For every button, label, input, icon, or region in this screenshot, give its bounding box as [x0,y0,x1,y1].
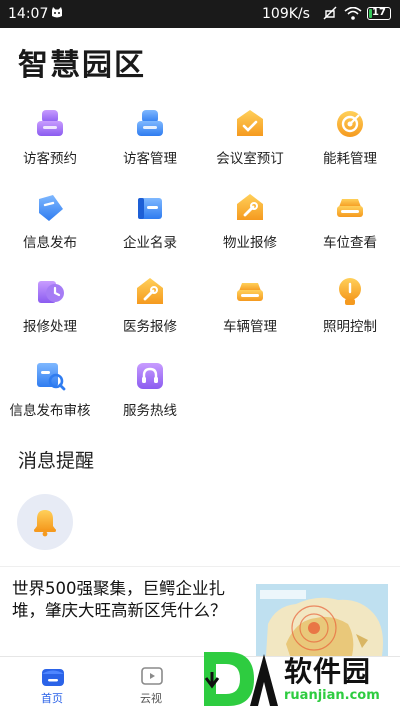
visitor-booking-icon [33,107,67,141]
service-meeting-room[interactable]: 会议室预订 [200,107,300,177]
home-icon [41,665,65,691]
service-label: 信息发布 [23,235,77,251]
reminders-title: 消息提醒 [18,450,95,472]
energy-icon [333,107,367,141]
service-label: 车位查看 [323,235,377,251]
status-time: 14:07 [8,6,49,22]
battery-level: 17 [372,7,386,18]
bell-icon [34,510,56,537]
lighting-icon [333,275,367,309]
service-label: 车辆管理 [223,319,277,335]
download-logo-icon [204,652,278,706]
service-company-directory[interactable]: 企业名录 [100,191,200,261]
map-thumbnail-image [256,584,388,656]
tab-video[interactable]: 云视 [101,657,201,711]
tab-label: 首页 [41,692,63,705]
service-label: 医务报修 [123,319,177,335]
medical-repair-icon [133,275,167,309]
service-label: 访客管理 [123,151,177,167]
service-label: 信息发布审核 [9,403,91,419]
network-speed: 109K/s [262,6,310,22]
silent-mode-icon [322,5,338,25]
news-headline[interactable]: 世界500强聚集，巨鳄企业扎堆，肇庆大旺高新区凭什么？ [12,578,244,622]
watermark-url: ruanjian.com [284,688,380,703]
parking-icon [333,191,367,225]
video-icon [140,665,164,691]
company-directory-icon [133,191,167,225]
property-repair-icon [233,191,267,225]
watermark-text: 软件园 [284,655,372,688]
service-label: 报修处理 [23,319,77,335]
service-label: 能耗管理 [323,151,377,167]
visitor-management-icon [133,107,167,141]
service-label: 会议室预订 [216,151,284,167]
status-bar: 14:07 109K/s 17 [0,0,400,28]
service-medical-repair[interactable]: 医务报修 [100,275,200,345]
service-label: 企业名录 [123,235,177,251]
service-energy[interactable]: 能耗管理 [300,107,400,177]
repair-process-icon [33,275,67,309]
service-property-repair[interactable]: 物业报修 [200,191,300,261]
service-lighting[interactable]: 照明控制 [300,275,400,345]
vehicle-icon [233,275,267,309]
reminder-bell-button[interactable] [17,494,73,550]
section-divider [0,566,400,567]
tab-home[interactable]: 首页 [2,657,102,711]
hotline-icon [133,359,167,393]
service-vehicle[interactable]: 车辆管理 [200,275,300,345]
service-label: 照明控制 [323,319,377,335]
battery-icon: 17 [367,7,391,20]
meeting-room-icon [233,107,267,141]
service-repair-process[interactable]: 报修处理 [0,275,100,345]
tab-label: 云视 [140,692,162,705]
service-label: 访客预约 [23,151,77,167]
cat-notification-icon [50,6,64,23]
watermark-logo: 软件园 ruanjian.com [198,648,400,710]
service-info-publish[interactable]: 信息发布 [0,191,100,261]
news-thumbnail[interactable] [256,584,388,656]
service-visitor-booking[interactable]: 访客预约 [0,107,100,177]
service-hotline[interactable]: 服务热线 [100,359,200,429]
service-label: 服务热线 [123,403,177,419]
service-label: 物业报修 [223,235,277,251]
service-publish-review[interactable]: 信息发布审核 [0,359,100,429]
service-parking[interactable]: 车位查看 [300,191,400,261]
page-title: 智慧园区 [18,48,146,83]
info-publish-icon [33,191,67,225]
service-visitor-management[interactable]: 访客管理 [100,107,200,177]
publish-review-icon [33,359,67,393]
wifi-icon [344,6,362,24]
